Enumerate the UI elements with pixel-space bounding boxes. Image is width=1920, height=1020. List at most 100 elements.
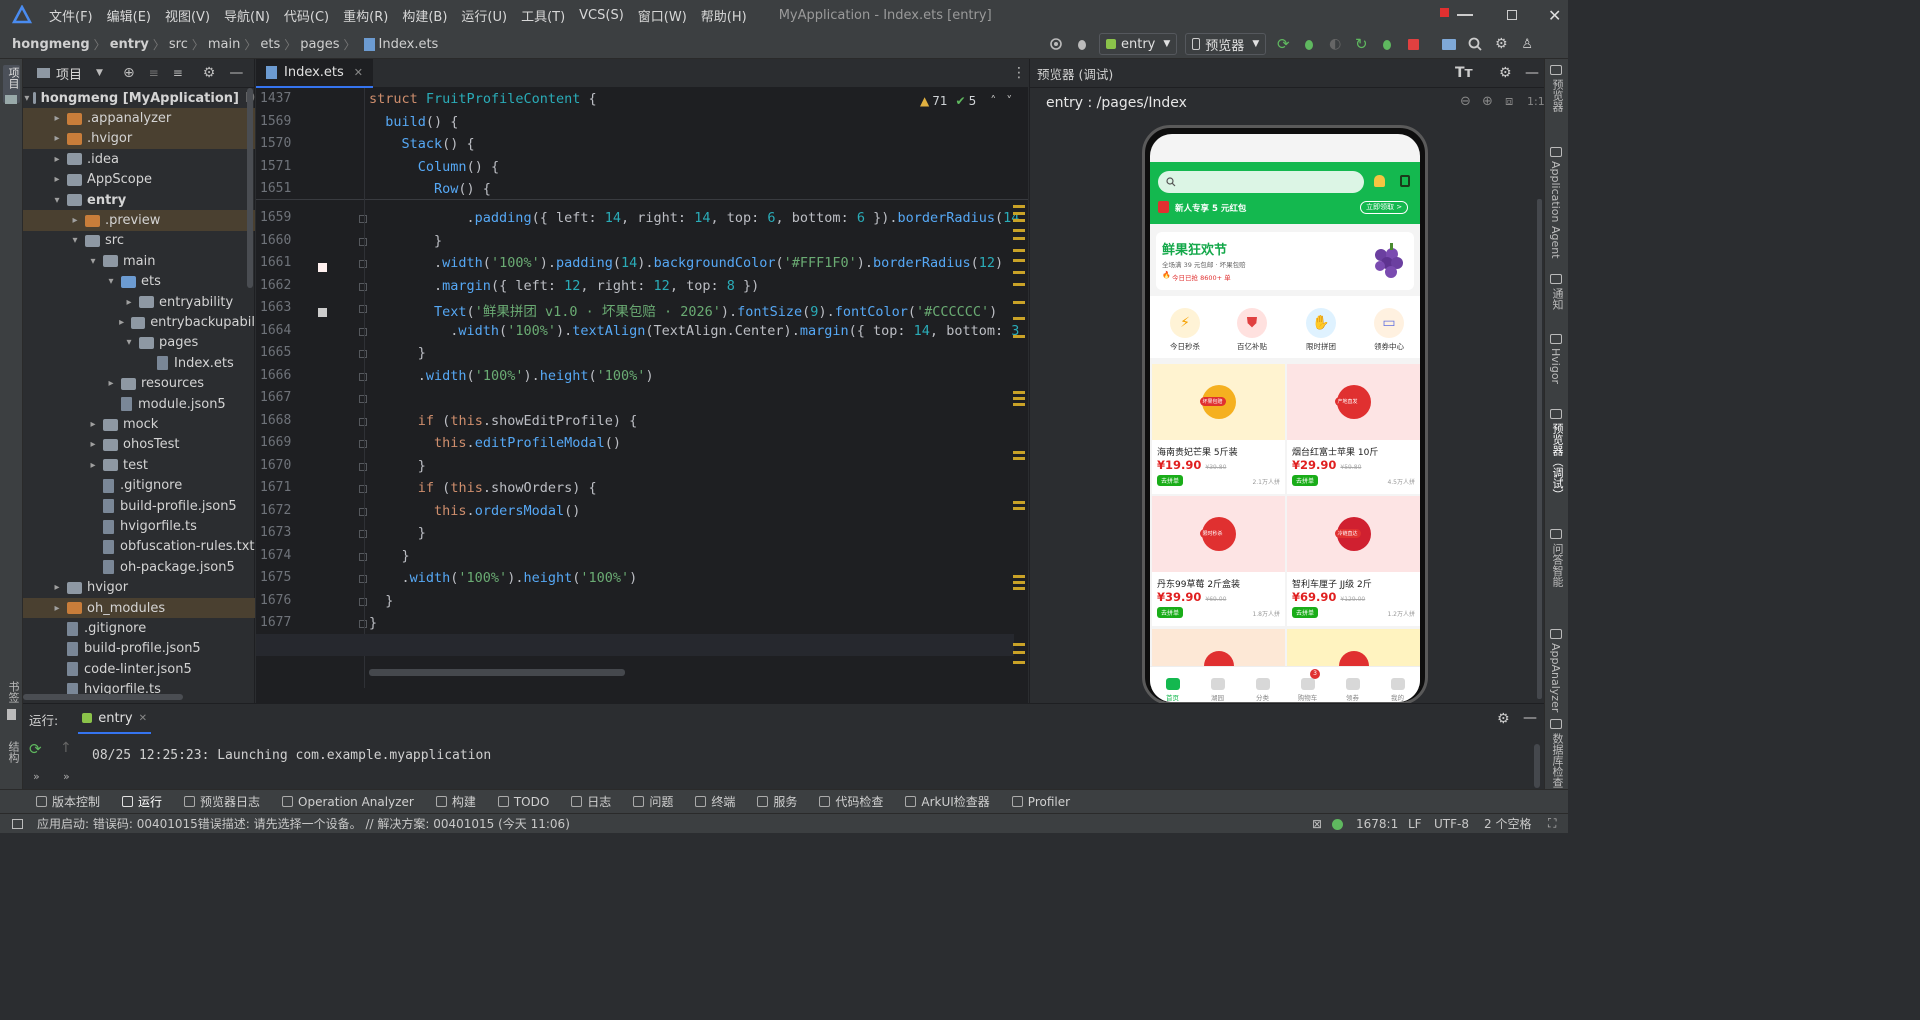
join-group-button[interactable]: 去拼单 xyxy=(1292,475,1319,486)
project-tree-item[interactable]: ▾ pages xyxy=(23,333,255,353)
menu-item[interactable]: 工具(T) xyxy=(514,6,572,25)
menu-item[interactable]: 重构(R) xyxy=(336,6,395,25)
color-swatch-icon[interactable] xyxy=(318,263,327,272)
device-manager-icon[interactable] xyxy=(1438,33,1460,55)
fold-marker-icon[interactable] xyxy=(359,552,367,561)
caret-position[interactable]: 1678:1 xyxy=(1356,817,1398,831)
line-separator[interactable]: LF xyxy=(1408,817,1422,831)
bottom-tool-button[interactable]: 服务 xyxy=(757,793,797,810)
fold-marker-icon[interactable] xyxy=(359,395,367,403)
locate-icon[interactable] xyxy=(1045,33,1067,55)
more-icon[interactable]: » xyxy=(63,770,70,783)
chevron-right-icon[interactable]: ▸ xyxy=(69,215,81,226)
bug-icon[interactable] xyxy=(1071,33,1093,55)
fold-marker-icon[interactable] xyxy=(359,417,367,426)
project-tree-item[interactable]: ▸ hvigor xyxy=(23,578,255,598)
reload-icon[interactable]: ↻ xyxy=(1350,33,1372,55)
search-icon[interactable] xyxy=(1464,33,1486,55)
bottom-tool-button[interactable]: 运行 xyxy=(122,793,162,810)
breadcrumb-item[interactable]: pages xyxy=(300,37,339,52)
menu-item[interactable]: 导航(N) xyxy=(217,6,277,25)
product-card[interactable]: 坏果包赔 海南贵妃芒果 5斤装 ¥19.90 ¥39.80 去拼单 2.1万人拼 xyxy=(1152,364,1285,494)
bookmarks-tool-label[interactable]: 书签 xyxy=(5,681,21,703)
rerun-icon[interactable]: ⟳ xyxy=(1272,33,1294,55)
menu-item[interactable]: 编辑(E) xyxy=(100,6,158,25)
settings-gear-icon[interactable]: ⚙ xyxy=(1490,33,1512,55)
hvigor-tool[interactable]: Hvigor xyxy=(1549,334,1562,384)
previewer-tool[interactable]: 预览器 xyxy=(1549,65,1565,112)
join-group-button[interactable]: 去拼单 xyxy=(1157,607,1184,618)
bottom-tool-button[interactable]: 构建 xyxy=(435,793,476,810)
rerun-icon[interactable]: ⟳ xyxy=(29,740,42,758)
chevron-right-icon[interactable]: ▸ xyxy=(105,378,117,389)
breadcrumb-item[interactable]: main xyxy=(208,37,240,52)
project-tree-item[interactable]: ▾ src xyxy=(23,231,255,251)
chevron-right-icon[interactable]: ▸ xyxy=(51,113,63,124)
join-group-button[interactable]: 去拼单 xyxy=(1157,475,1184,486)
chevron-down-icon[interactable]: ▾ xyxy=(87,256,99,267)
code-line[interactable]: } xyxy=(369,548,410,564)
project-tree-item[interactable]: obfuscation-rules.txt xyxy=(23,537,255,557)
gear-icon[interactable]: ⚙ xyxy=(1497,711,1510,727)
bottom-tool-button[interactable]: 代码检查 xyxy=(819,793,883,810)
file-encoding[interactable]: UTF-8 xyxy=(1434,817,1469,831)
chevron-right-icon[interactable]: ▸ xyxy=(87,439,99,450)
project-tree-item[interactable]: ▸ .appanalyzer xyxy=(23,108,255,129)
code-line[interactable]: Stack() { xyxy=(369,136,475,152)
chevron-down-icon[interactable]: ▼ xyxy=(96,68,103,78)
project-tree-item[interactable]: ▸ .idea xyxy=(23,149,255,169)
code-line[interactable]: if (this.showEditProfile) { xyxy=(369,413,637,429)
bottom-tool-button[interactable]: 日志 xyxy=(571,793,611,810)
chevron-down-icon[interactable]: ▾ xyxy=(105,276,117,287)
bottom-tool-button[interactable]: 版本控制 xyxy=(36,793,100,810)
editor-tab-index[interactable]: Index.ets ✕ xyxy=(256,58,374,88)
hide-panel-icon[interactable]: — xyxy=(229,65,243,81)
minimize-button[interactable] xyxy=(1457,14,1473,16)
code-line[interactable]: } xyxy=(369,345,426,361)
code-line[interactable]: } xyxy=(369,525,426,541)
run-log-output[interactable]: 08/25 12:25:23: Launching com.example.my… xyxy=(92,748,491,763)
device-select[interactable]: 预览器 ▼ xyxy=(1185,33,1267,55)
product-card[interactable]: 产地直发 烟台红富士苹果 10斤 ¥29.90 ¥59.80 去拼单 4.5万人拼 xyxy=(1287,364,1420,494)
bottom-tool-button[interactable]: 预览器日志 xyxy=(184,793,260,810)
gear-icon[interactable]: ⚙ xyxy=(203,65,216,81)
code-line[interactable]: struct FruitProfileContent { xyxy=(369,91,597,107)
project-tree-item[interactable]: .gitignore xyxy=(23,618,255,638)
code-line[interactable]: } xyxy=(369,233,442,249)
product-card-partial[interactable] xyxy=(1287,629,1420,681)
zoom-in-icon[interactable]: ⊕ xyxy=(1482,94,1493,109)
expand-all-icon[interactable]: ≡ xyxy=(149,66,159,80)
breadcrumb-item[interactable]: ets xyxy=(260,37,280,52)
category-coupon[interactable]: ▭ 领券中心 xyxy=(1364,298,1414,352)
previewer-scrollbar[interactable] xyxy=(1537,199,1542,699)
code-line[interactable]: } xyxy=(369,458,426,474)
run-config-select[interactable]: entry ▼ xyxy=(1099,33,1178,55)
project-tree-item[interactable]: Index.ets xyxy=(23,353,255,373)
menu-item[interactable]: 视图(V) xyxy=(158,6,217,25)
project-tree-item[interactable]: .gitignore xyxy=(23,476,255,496)
run-log-scrollbar[interactable] xyxy=(1534,744,1540,788)
chevron-down-icon[interactable]: ▾ xyxy=(24,93,29,104)
project-tree-item[interactable]: ▾ entry xyxy=(23,190,255,210)
font-size-icon[interactable]: Tт xyxy=(1455,65,1473,81)
project-tree-item[interactable]: ▸ test xyxy=(23,455,255,475)
app-nav-item[interactable]: 分类 xyxy=(1240,672,1285,702)
attach-debugger-icon[interactable] xyxy=(1376,33,1398,55)
chevron-down-icon[interactable]: ˅ xyxy=(1006,94,1012,108)
project-tree-item[interactable]: ▸ ohosTest xyxy=(23,435,255,455)
app-nav-item[interactable]: 湖园 xyxy=(1195,672,1240,702)
close-tab-icon[interactable]: ✕ xyxy=(354,66,363,79)
code-line[interactable]: Column() { xyxy=(369,159,499,175)
chevron-right-icon[interactable]: ▸ xyxy=(51,603,63,614)
claim-button[interactable]: 立即领取 > xyxy=(1360,201,1409,214)
fold-marker-icon[interactable] xyxy=(359,485,367,493)
chevron-right-icon[interactable]: ▸ xyxy=(51,154,63,165)
code-line[interactable]: } xyxy=(369,593,393,609)
join-group-button[interactable]: 去拼单 xyxy=(1292,607,1319,618)
project-tree-item[interactable]: code-linter.json5 xyxy=(23,659,255,679)
code-line[interactable]: .padding({ left: 14, right: 14, top: 6, … xyxy=(369,210,1020,226)
code-line[interactable]: .width('100%').padding(14).backgroundCol… xyxy=(369,255,1003,271)
bottom-tool-button[interactable]: Operation Analyzer xyxy=(282,795,414,809)
fold-marker-icon[interactable] xyxy=(359,350,367,358)
more-tabs-icon[interactable]: ⋮ xyxy=(1012,65,1026,81)
